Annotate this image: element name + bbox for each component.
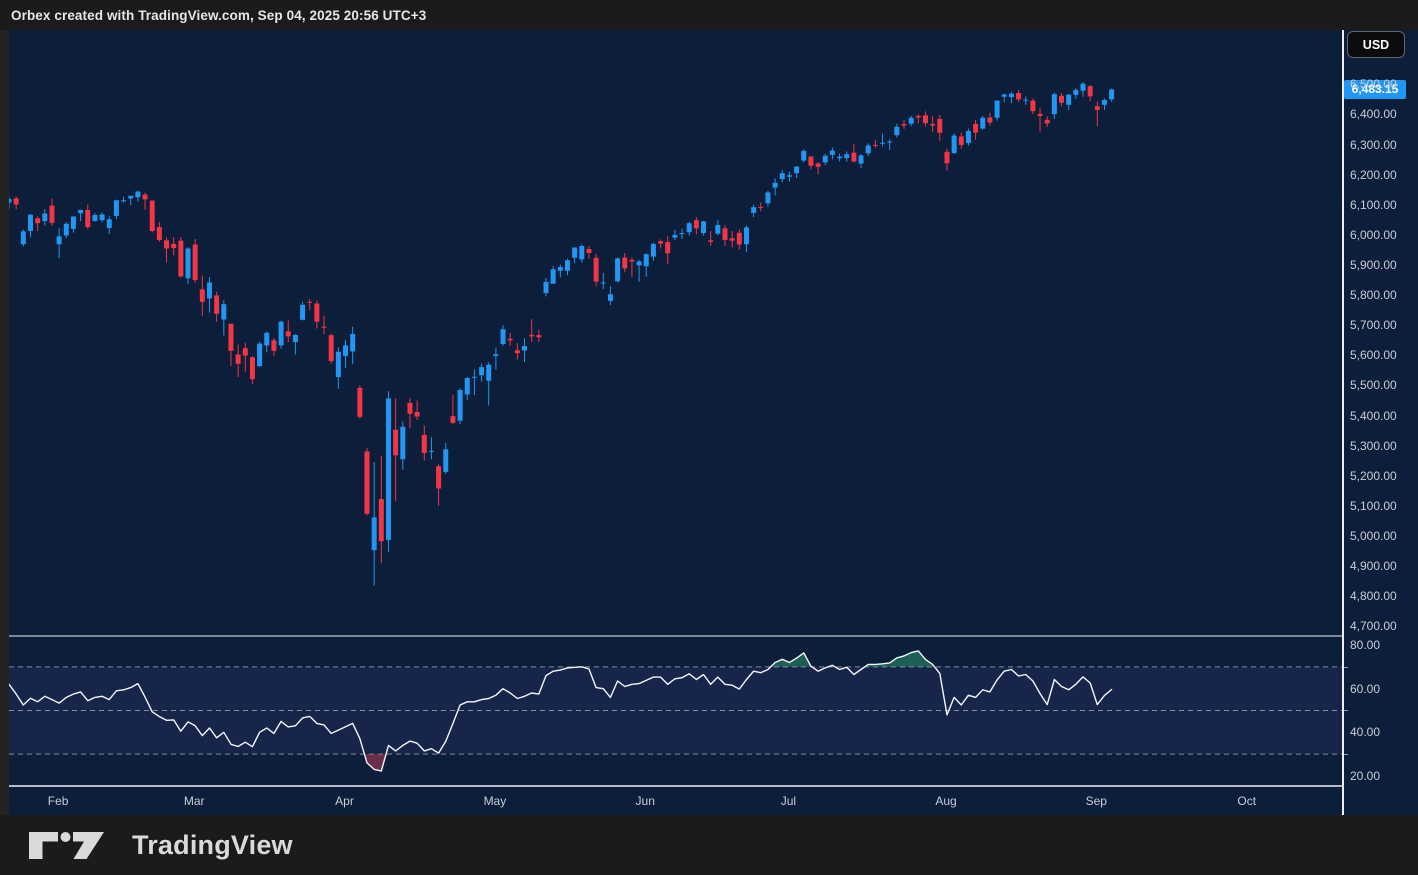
price-axis-label: 5,100.00: [1350, 499, 1397, 513]
currency-button[interactable]: USD: [1347, 31, 1405, 58]
time-axis-label: Sep: [1086, 794, 1108, 808]
price-axis-label: 6,500.00: [1350, 77, 1397, 91]
rsi-axis-label: 60.00: [1350, 682, 1380, 696]
rsi-level-tick: [1344, 667, 1348, 668]
time-axis-label: Aug: [935, 794, 956, 808]
price-axis-label: 5,800.00: [1350, 288, 1397, 302]
time-axis-label: May: [484, 794, 507, 808]
time-axis-label: Mar: [184, 794, 205, 808]
time-axis-label: Oct: [1237, 794, 1256, 808]
tradingview-logo[interactable]: TradingView: [29, 830, 293, 861]
plot-svg[interactable]: Feb Mar Apr May Jun Jul Aug Sep Oct: [9, 30, 1342, 815]
price-axis-label: 5,900.00: [1350, 258, 1397, 272]
chart-area: FebMarAprMayJunJulAugSepOct USD 6,483.15…: [0, 30, 1418, 815]
price-axis-label: 5,200.00: [1350, 469, 1397, 483]
price-axis-label: 4,900.00: [1350, 559, 1397, 573]
price-axis-label: 6,400.00: [1350, 107, 1397, 121]
left-margin: [0, 30, 9, 815]
price-axis-label: 4,800.00: [1350, 589, 1397, 603]
price-axis-label: 5,000.00: [1350, 529, 1397, 543]
price-axis-label: 5,300.00: [1350, 439, 1397, 453]
price-axis-label: 6,000.00: [1350, 228, 1397, 242]
price-axis-label: 5,500.00: [1350, 378, 1397, 392]
price-axis-label: 6,200.00: [1350, 168, 1397, 182]
price-axis[interactable]: USD 6,483.15 6,500.006,400.006,300.006,2…: [1344, 30, 1418, 815]
price-axis-label: 5,600.00: [1350, 348, 1397, 362]
price-axis-label: 5,400.00: [1350, 409, 1397, 423]
rsi-axis-label: 80.00: [1350, 638, 1380, 652]
footer-bar: TradingView: [0, 815, 1418, 875]
price-axis-label: 6,300.00: [1350, 138, 1397, 152]
rsi-axis-label: 40.00: [1350, 725, 1380, 739]
time-axis-label: Jul: [781, 794, 796, 808]
rsi-level-tick: [1344, 754, 1348, 755]
title-bar: Orbex created with TradingView.com, Sep …: [0, 0, 1418, 30]
time-axis-label: Feb: [48, 794, 69, 808]
price-axis-label: 5,700.00: [1350, 318, 1397, 332]
time-axis-label: Jun: [636, 794, 655, 808]
time-axis-label: Apr: [335, 794, 354, 808]
price-axis-label: 6,100.00: [1350, 198, 1397, 212]
title-text: Orbex created with TradingView.com, Sep …: [0, 8, 426, 23]
rsi-level-tick: [1344, 710, 1348, 711]
price-axis-label: 4,700.00: [1350, 619, 1397, 633]
rsi-axis-label: 20.00: [1350, 769, 1380, 783]
tradingview-logo-text: TradingView: [132, 830, 293, 861]
tradingview-logo-icon: [29, 832, 117, 860]
